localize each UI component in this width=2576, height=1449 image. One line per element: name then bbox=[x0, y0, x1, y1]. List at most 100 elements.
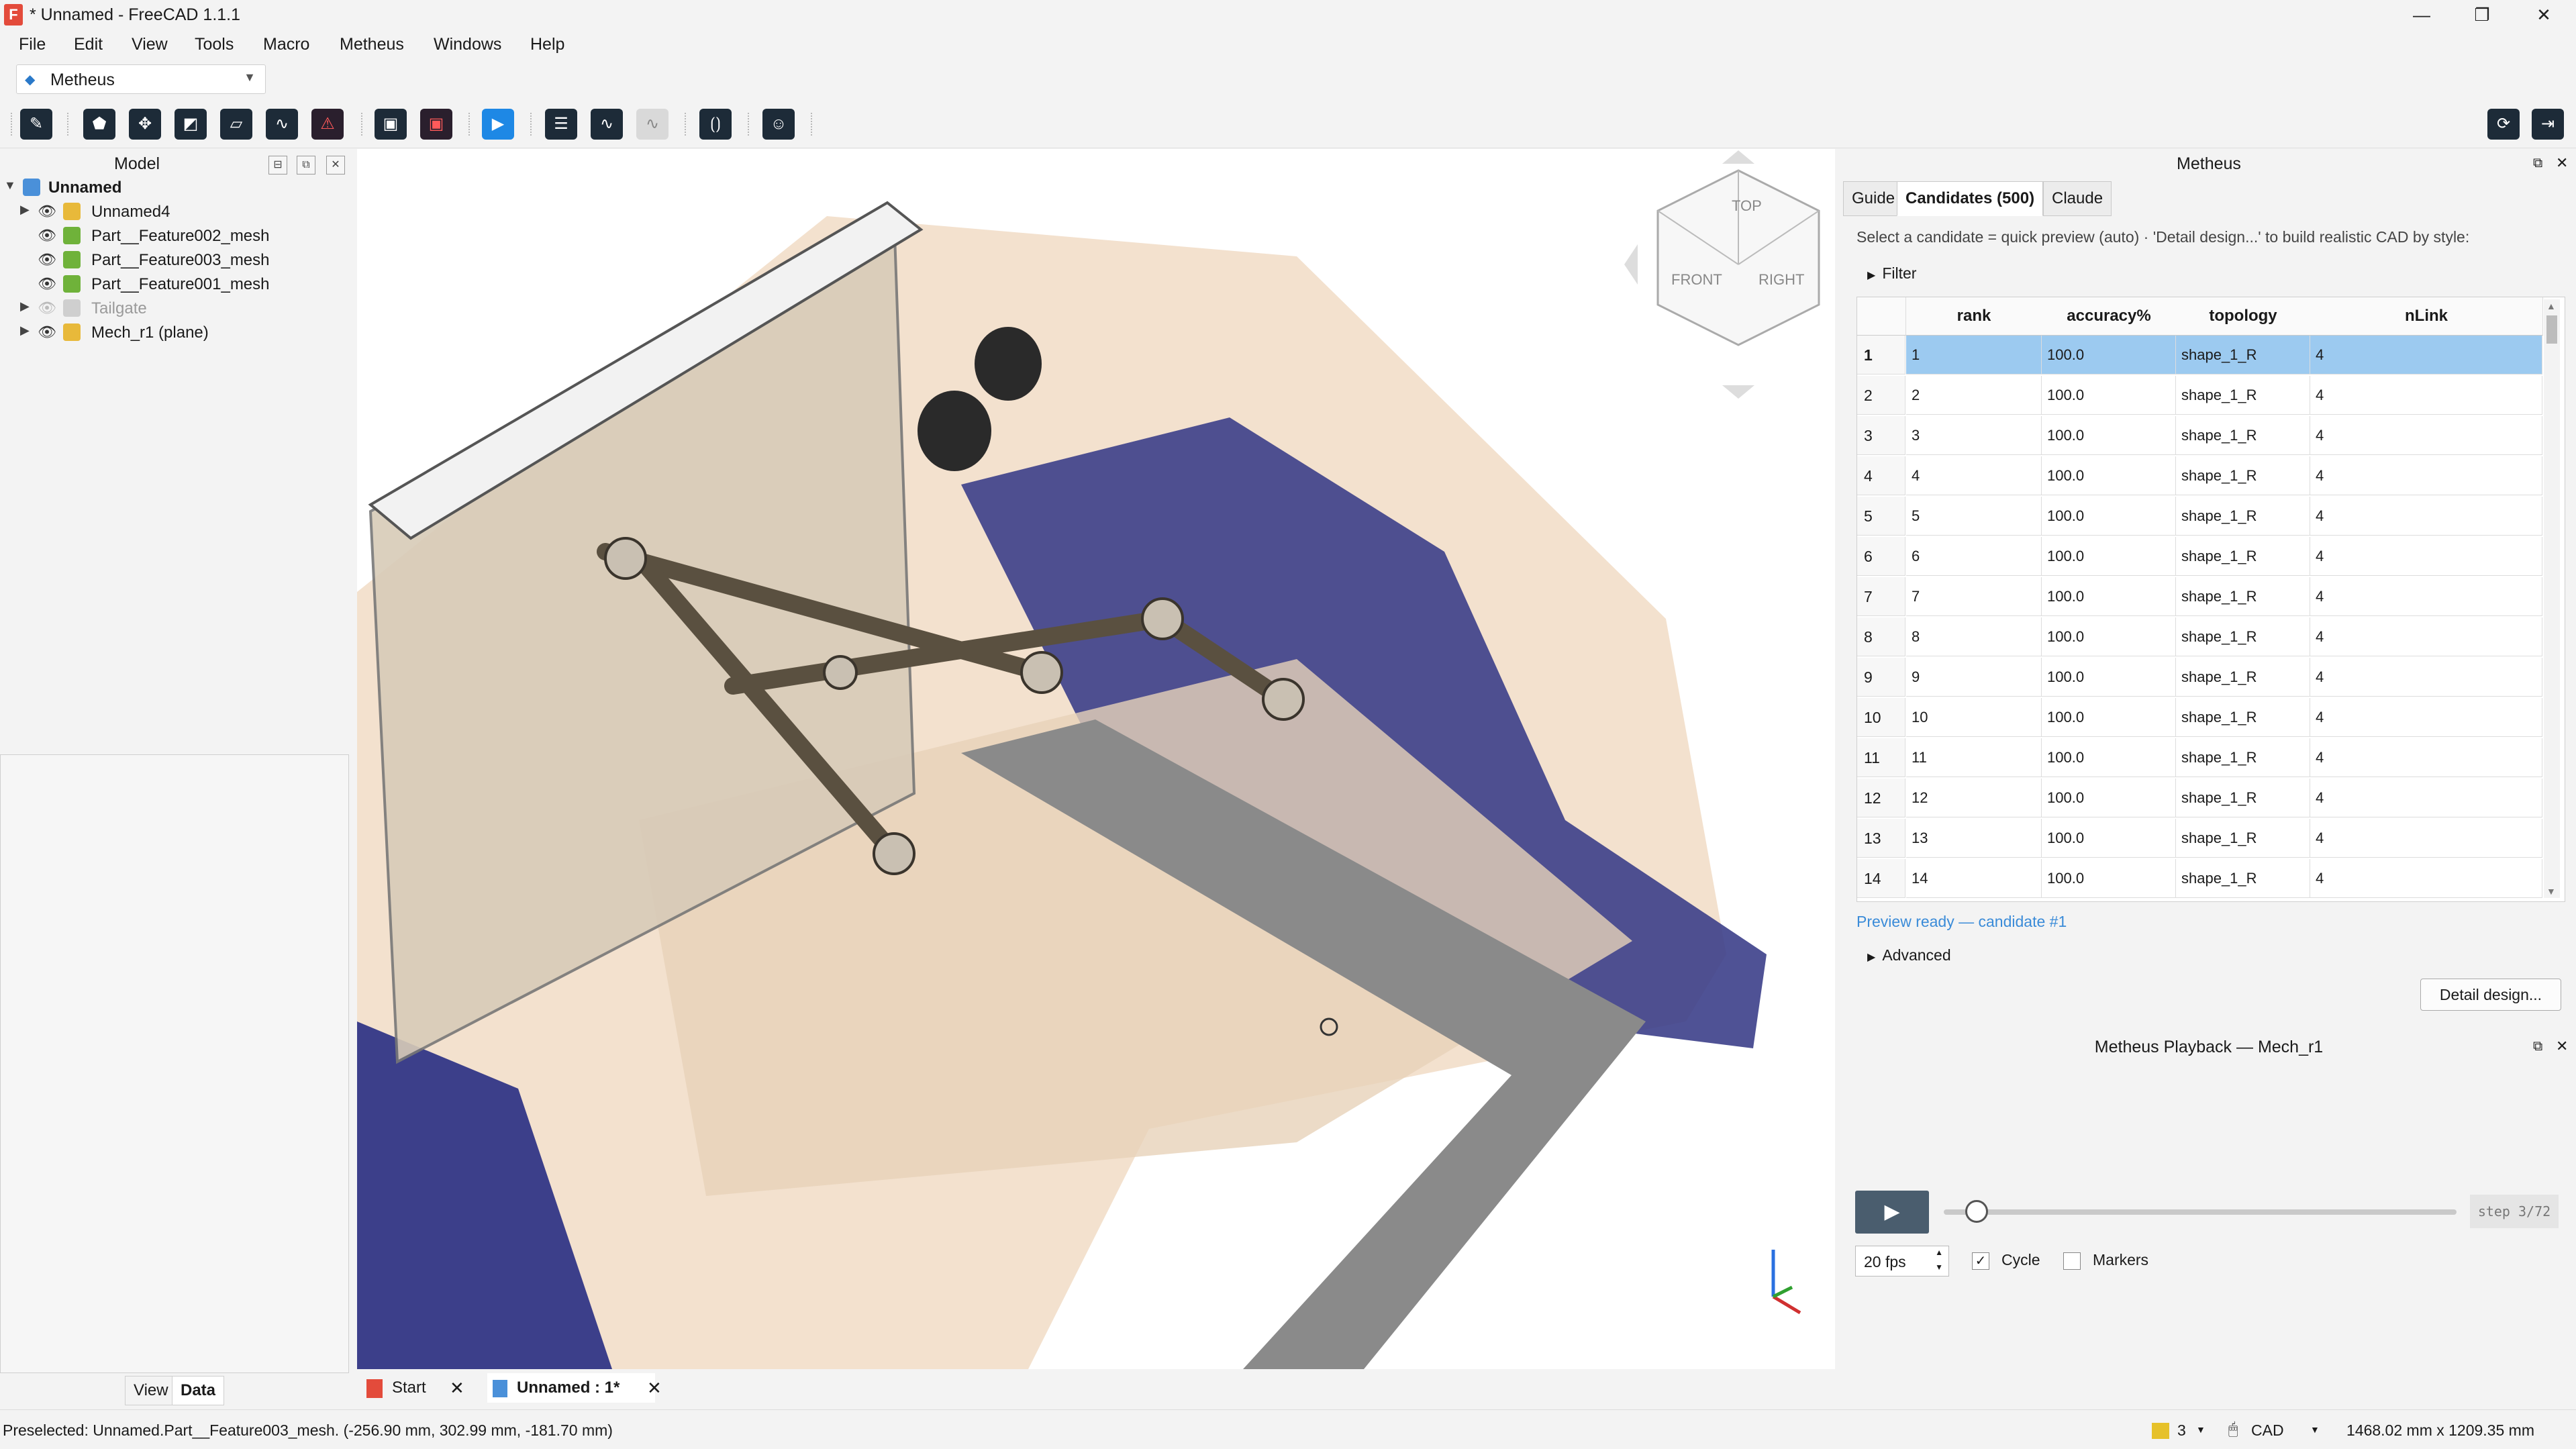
table-cell[interactable]: 5 bbox=[1906, 497, 2042, 536]
table-cell[interactable]: 4 bbox=[2310, 779, 2542, 817]
table-cell[interactable]: 3 bbox=[1906, 416, 2042, 455]
workbench-selector[interactable]: ◆ Metheus ▼ bbox=[16, 64, 266, 94]
float-panel-icon[interactable]: ⧉ bbox=[2533, 1039, 2542, 1054]
notification-count[interactable]: 3 bbox=[2177, 1421, 2186, 1440]
row-number[interactable]: 7 bbox=[1857, 577, 1905, 616]
chevron-down-icon[interactable]: ▼ bbox=[2196, 1424, 2206, 1435]
navigation-style[interactable]: CAD bbox=[2251, 1421, 2284, 1440]
playback-slider[interactable] bbox=[1944, 1209, 2457, 1215]
toolbar-grip[interactable] bbox=[11, 113, 14, 136]
tab-guide[interactable]: Guide bbox=[1843, 181, 1904, 216]
row-number[interactable]: 3 bbox=[1857, 416, 1905, 455]
table-cell[interactable]: 4 bbox=[2310, 698, 2542, 737]
table-cell[interactable]: 4 bbox=[2310, 456, 2542, 495]
table-cell[interactable]: 6 bbox=[1906, 537, 2042, 576]
table-cell[interactable]: shape_1_R bbox=[2176, 698, 2310, 737]
table-cell[interactable]: 4 bbox=[2310, 819, 2542, 858]
visibility-eye-icon[interactable]: 👁 bbox=[38, 323, 56, 341]
table-cell[interactable]: shape_1_R bbox=[2176, 658, 2310, 697]
chevron-down-icon[interactable]: ▼ bbox=[2310, 1424, 2320, 1435]
table-cell[interactable]: 100.0 bbox=[2042, 537, 2176, 576]
table-cell[interactable]: 4 bbox=[2310, 336, 2542, 374]
table-cell[interactable]: shape_1_R bbox=[2176, 336, 2310, 374]
column-accuracy[interactable]: accuracy% bbox=[2042, 297, 2177, 336]
row-number[interactable]: 9 bbox=[1857, 658, 1905, 697]
close-panel-icon[interactable]: ✕ bbox=[2556, 154, 2568, 172]
fps-spinbox[interactable]: 20 fps ▲ ▼ bbox=[1855, 1246, 1949, 1277]
move-tool-icon[interactable]: ✥ bbox=[129, 109, 161, 140]
close-tab-icon[interactable]: ✕ bbox=[647, 1373, 667, 1403]
minimize-button[interactable]: — bbox=[2401, 3, 2442, 27]
expand-arrow-icon[interactable]: ▶ bbox=[20, 323, 30, 338]
table-cell[interactable]: shape_1_R bbox=[2176, 617, 2310, 656]
table-cell[interactable]: shape_1_R bbox=[2176, 819, 2310, 858]
row-number[interactable]: 6 bbox=[1857, 537, 1905, 576]
column-topology[interactable]: topology bbox=[2176, 297, 2311, 336]
scroll-up-icon[interactable]: ▲ bbox=[2546, 301, 2556, 311]
table-cell[interactable]: 4 bbox=[1906, 456, 2042, 495]
visibility-eye-icon[interactable]: 👁 bbox=[38, 227, 56, 244]
float-panel-icon[interactable]: ⧉ bbox=[297, 156, 315, 174]
float-panel-icon[interactable]: ⧉ bbox=[2533, 156, 2542, 171]
sync-icon[interactable]: ⟳ bbox=[2487, 109, 2520, 140]
property-view[interactable] bbox=[0, 754, 349, 1373]
row-number[interactable]: 8 bbox=[1857, 617, 1905, 656]
table-cell[interactable]: 100.0 bbox=[2042, 577, 2176, 616]
cube-view-icon[interactable]: ▣ bbox=[375, 109, 407, 140]
playback-slider-handle[interactable] bbox=[1965, 1200, 1988, 1223]
tree-item-unnamed4[interactable]: ▶ 👁 Unnamed4 bbox=[0, 200, 354, 224]
visibility-eye-icon[interactable]: 👁 bbox=[38, 203, 56, 220]
table-cell[interactable]: 100.0 bbox=[2042, 416, 2176, 455]
visibility-eye-icon[interactable]: 👁 bbox=[38, 251, 56, 268]
shape-tool-icon[interactable]: ⬟ bbox=[83, 109, 115, 140]
column-nlink[interactable]: nLink bbox=[2310, 297, 2543, 336]
row-number[interactable]: 11 bbox=[1857, 738, 1905, 777]
cube-red-icon[interactable]: ▣ bbox=[420, 109, 452, 140]
table-cell[interactable]: 100.0 bbox=[2042, 779, 2176, 817]
warning-tool-icon[interactable]: ⚠ bbox=[311, 109, 344, 140]
tree-item-feature003[interactable]: 👁 Part__Feature003_mesh bbox=[0, 248, 354, 272]
table-cell[interactable]: 100.0 bbox=[2042, 497, 2176, 536]
table-cell[interactable]: shape_1_R bbox=[2176, 376, 2310, 415]
table-cell[interactable]: shape_1_R bbox=[2176, 497, 2310, 536]
spin-arrows-icon[interactable]: ▲ ▼ bbox=[1935, 1245, 1943, 1275]
table-cell[interactable]: 10 bbox=[1906, 698, 2042, 737]
list-tool-icon[interactable]: ☰ bbox=[545, 109, 577, 140]
table-cell[interactable]: 4 bbox=[2310, 738, 2542, 777]
menu-tools[interactable]: Tools bbox=[195, 35, 234, 54]
table-cell[interactable]: 4 bbox=[2310, 859, 2542, 898]
expand-arrow-icon[interactable]: ▼ bbox=[4, 179, 16, 193]
menu-file[interactable]: File bbox=[19, 35, 46, 54]
table-cell[interactable]: 4 bbox=[2310, 577, 2542, 616]
close-panel-icon[interactable]: ✕ bbox=[326, 156, 345, 174]
table-cell[interactable]: shape_1_R bbox=[2176, 537, 2310, 576]
table-cell[interactable]: 4 bbox=[2310, 497, 2542, 536]
table-cell[interactable]: shape_1_R bbox=[2176, 577, 2310, 616]
visibility-eye-icon[interactable]: 👁 bbox=[38, 275, 56, 293]
row-number[interactable]: 4 bbox=[1857, 456, 1905, 495]
plane-tool-icon[interactable]: ▱ bbox=[220, 109, 252, 140]
menu-view[interactable]: View bbox=[132, 35, 168, 54]
table-cell[interactable]: 2 bbox=[1906, 376, 2042, 415]
tree-item-mech-r1[interactable]: ▶ 👁 Mech_r1 (plane) bbox=[0, 321, 354, 345]
toolbar-grip[interactable] bbox=[811, 113, 814, 136]
wave-tool-icon[interactable]: ∿ bbox=[591, 109, 623, 140]
close-tab-icon[interactable]: ✕ bbox=[450, 1373, 470, 1403]
cycle-checkbox[interactable]: ✓ bbox=[1972, 1252, 1989, 1270]
expand-arrow-icon[interactable]: ▶ bbox=[20, 203, 30, 217]
row-number[interactable]: 12 bbox=[1857, 779, 1905, 817]
tab-start[interactable]: Start bbox=[366, 1373, 454, 1403]
3d-viewport[interactable]: TOP FRONT RIGHT bbox=[357, 149, 1835, 1369]
table-cell[interactable]: 9 bbox=[1906, 658, 2042, 697]
expand-arrow-icon[interactable]: ▶ bbox=[20, 299, 30, 313]
panel-toggle-icon[interactable]: ⇥ bbox=[2532, 109, 2564, 140]
scroll-down-icon[interactable]: ▼ bbox=[2546, 886, 2556, 897]
nav-cube[interactable]: TOP FRONT RIGHT bbox=[1624, 150, 1835, 399]
tab-unnamed[interactable]: Unnamed : 1* bbox=[487, 1373, 655, 1403]
table-cell[interactable]: 100.0 bbox=[2042, 658, 2176, 697]
row-number[interactable]: 14 bbox=[1857, 859, 1905, 898]
tree-item-tailgate[interactable]: ▶ 👁 Tailgate bbox=[0, 297, 354, 321]
menu-help[interactable]: Help bbox=[530, 35, 564, 54]
table-cell[interactable]: 100.0 bbox=[2042, 819, 2176, 858]
menu-metheus[interactable]: Metheus bbox=[340, 35, 404, 54]
